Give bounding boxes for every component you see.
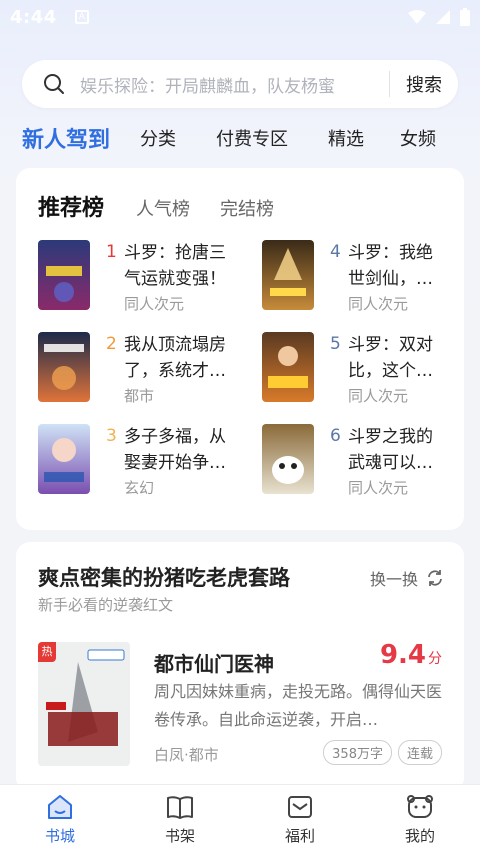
ranking-card: 推荐榜 人气榜 完结榜 1 斗罗：抢唐三 气运就变强！ 同人次元 2 我从顶流塌…	[16, 168, 464, 530]
promo-card: 爽点密集的扮猪吃老虎套路 新手必看的逆袭红文 换一换 热 都市仙门医神 9.4 分…	[16, 542, 464, 792]
tab-category[interactable]: 分类	[140, 125, 176, 151]
rank-number: 6	[330, 426, 341, 446]
profile-icon	[407, 795, 433, 818]
notification-icon: A	[74, 10, 89, 24]
book-genre: 同人次元	[124, 295, 185, 313]
book-genre: 都市	[124, 387, 155, 405]
word-count-tag: 358万字	[323, 740, 392, 765]
status-tag: 连载	[397, 740, 442, 765]
book-genre: 玄幻	[124, 479, 155, 497]
tab-paid[interactable]: 付费专区	[216, 125, 288, 151]
rank-item[interactable]: 6 斗罗之我的 武魂可以… 同人次元	[262, 424, 462, 497]
rank-item[interactable]: 1 斗罗：抢唐三 气运就变强！ 同人次元	[38, 240, 238, 313]
status-time: 4:44	[10, 6, 57, 28]
book-genre: 同人次元	[348, 295, 409, 313]
status-icons	[408, 8, 470, 26]
promo-subtitle: 新手必看的逆袭红文	[38, 596, 174, 614]
bottom-nav: 书城 书架 福利 我的	[0, 784, 480, 854]
book-score: 9.4 分	[380, 640, 442, 670]
book-tags: 358万字 连载	[323, 740, 442, 765]
book-description: 周凡因妹妹重病，走投无路。偶得仙天医卷传承。自此命运逆袭，开启…	[154, 682, 443, 729]
bookshelf-icon	[167, 796, 193, 819]
search-button[interactable]: 搜索	[389, 71, 442, 97]
book-cover	[38, 240, 90, 310]
rank-number: 1	[106, 242, 117, 262]
book-title: 我从顶流塌房 了，系统才…	[124, 335, 226, 381]
rank-item[interactable]: 2 我从顶流塌房 了，系统才… 都市	[38, 332, 238, 405]
bookstore-icon	[48, 795, 72, 819]
tab-finished-rank[interactable]: 完结榜	[220, 195, 274, 221]
book-author-genre: 白凤·都市	[154, 746, 219, 764]
nav-label: 福利	[284, 827, 315, 845]
rank-item[interactable]: 3 多子多福，从 娶妻开始争… 玄幻	[38, 424, 238, 497]
book-title: 多子多福，从 娶妻开始争…	[124, 427, 226, 473]
welfare-icon	[288, 796, 312, 818]
book-cover	[38, 424, 90, 494]
promo-title: 爽点密集的扮猪吃老虎套路	[38, 566, 290, 590]
nav-bookshelf[interactable]: 书架	[135, 793, 225, 846]
search-bar[interactable]: 娱乐探险：开局麒麟血，队友杨蜜 搜索	[22, 60, 458, 108]
wifi-icon	[408, 10, 426, 24]
book-genre: 同人次元	[348, 479, 409, 497]
book-title: 斗罗：我绝 世剑仙，…	[348, 243, 433, 289]
hot-badge: 热	[38, 642, 56, 662]
rank-number: 3	[106, 426, 117, 446]
nav-label: 我的	[404, 827, 435, 845]
rank-number: 5	[330, 334, 341, 354]
book-cover	[262, 424, 314, 494]
book-cover[interactable]: 热	[38, 642, 130, 766]
search-input[interactable]: 娱乐探险：开局麒麟血，队友杨蜜	[80, 72, 381, 97]
nav-profile[interactable]: 我的	[375, 793, 465, 846]
book-title[interactable]: 都市仙门医神	[154, 648, 274, 677]
refresh-label: 换一换	[369, 570, 418, 589]
score-unit: 分	[428, 651, 442, 667]
rank-item[interactable]: 4 斗罗：我绝 世剑仙，… 同人次元	[262, 240, 462, 313]
refresh-icon	[428, 570, 442, 586]
refresh-button[interactable]: 换一换	[370, 566, 444, 590]
ranking-tabs: 推荐榜 人气榜 完结榜	[38, 190, 304, 222]
book-cover	[262, 240, 314, 310]
tab-popular-rank[interactable]: 人气榜	[136, 195, 190, 221]
signal-icon	[436, 10, 450, 24]
nav-bookstore[interactable]: 书城	[15, 793, 105, 846]
rank-number: 4	[330, 242, 341, 262]
nav-label: 书城	[44, 827, 75, 845]
book-title: 斗罗：抢唐三 气运就变强！	[124, 243, 226, 289]
book-title: 斗罗：双对 比，这个…	[348, 335, 433, 381]
book-title: 斗罗之我的 武魂可以…	[348, 427, 433, 473]
tab-featured[interactable]: 精选	[328, 125, 364, 151]
rank-item[interactable]: 5 斗罗：双对 比，这个… 同人次元	[262, 332, 462, 405]
nav-welfare[interactable]: 福利	[255, 793, 345, 846]
category-tabs: 新人驾到 分类 付费专区 精选 女频	[22, 118, 470, 158]
battery-icon	[460, 8, 470, 26]
tab-recommend-rank[interactable]: 推荐榜	[38, 190, 104, 222]
nav-label: 书架	[164, 827, 195, 845]
tab-female[interactable]: 女频	[400, 125, 436, 151]
search-icon	[44, 74, 64, 94]
status-bar: 4:44 A	[0, 0, 480, 34]
book-cover	[38, 332, 90, 402]
rank-number: 2	[106, 334, 117, 354]
score-value: 9.4	[379, 640, 426, 670]
book-cover	[262, 332, 314, 402]
tab-newcomer[interactable]: 新人驾到	[22, 122, 110, 154]
book-genre: 同人次元	[348, 387, 409, 405]
